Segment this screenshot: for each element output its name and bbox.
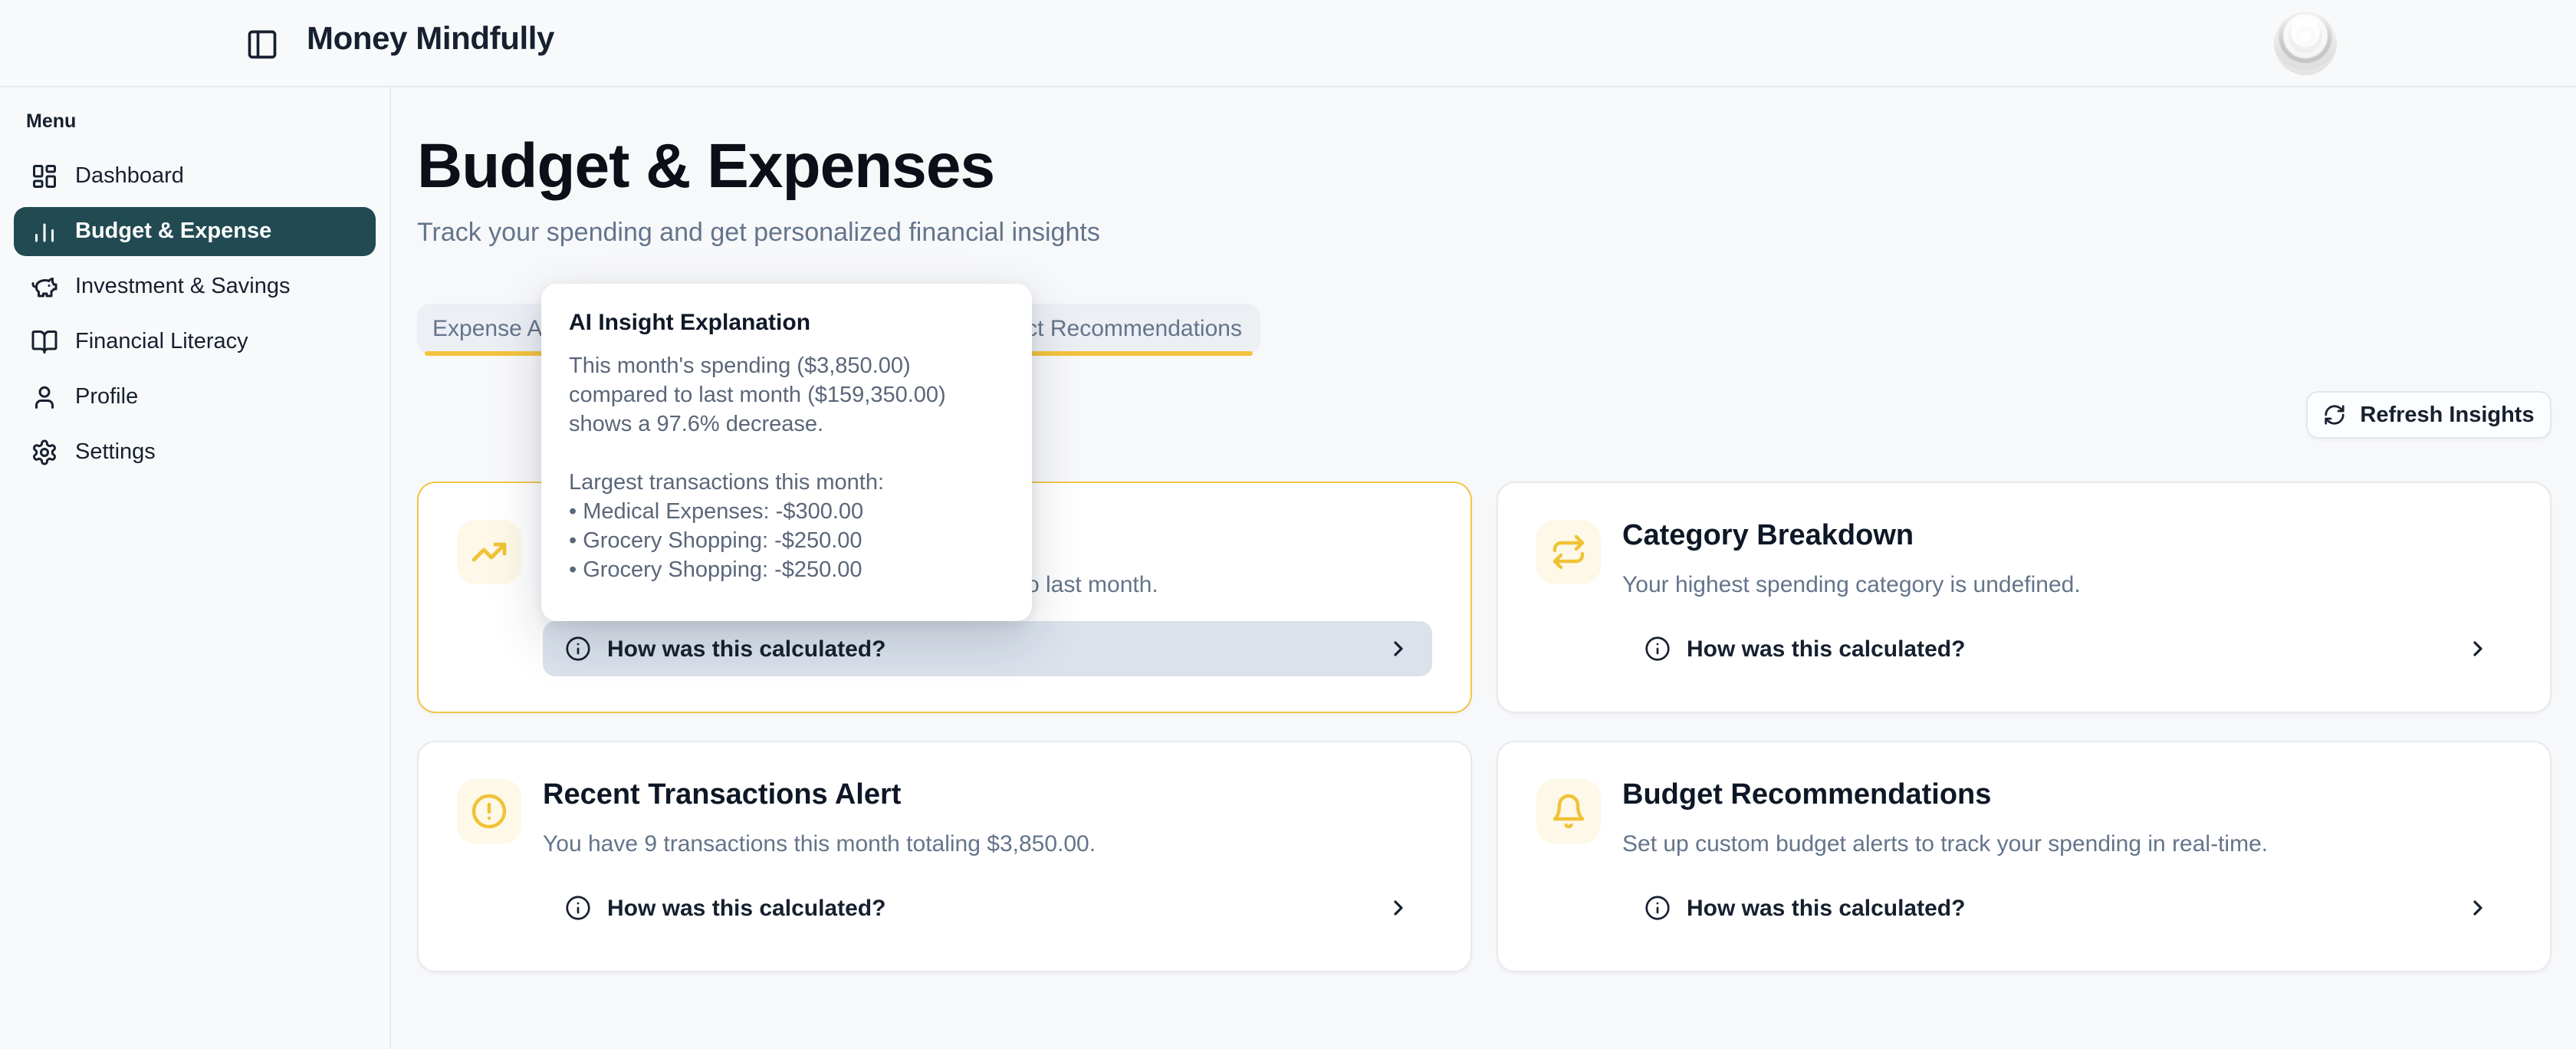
refresh-insights-label: Refresh Insights xyxy=(2360,403,2534,427)
piggy-bank-icon xyxy=(31,273,58,301)
how-calculated-button[interactable]: How was this calculated? xyxy=(1622,880,2512,936)
book-open-icon xyxy=(31,328,58,356)
bell-icon xyxy=(1536,779,1601,843)
how-calculated-button[interactable]: How was this calculated? xyxy=(543,880,1432,936)
sidebar-item-dashboard[interactable]: Dashboard xyxy=(14,152,376,201)
trending-up-icon xyxy=(457,520,521,584)
chevron-right-icon xyxy=(1386,896,1411,920)
card-category-breakdown: Category Breakdown Your highest spending… xyxy=(1497,482,2551,713)
gear-icon xyxy=(31,439,58,466)
sidebar-item-investment-savings[interactable]: Investment & Savings xyxy=(14,262,376,311)
alert-circle-icon xyxy=(457,779,521,843)
sidebar-item-profile[interactable]: Profile xyxy=(14,373,376,422)
sidebar-item-label: Profile xyxy=(75,385,138,409)
sidebar-nav: Dashboard Budget & Expense Investment & … xyxy=(14,152,376,477)
card-description: Your highest spending category is undefi… xyxy=(1622,572,2513,598)
page-subtitle: Track your spending and get personalized… xyxy=(417,218,1100,248)
sidebar-item-budget-expense[interactable]: Budget & Expense xyxy=(14,207,376,256)
card-recent-transactions-alert: Recent Transactions Alert You have 9 tra… xyxy=(417,741,1472,972)
app-title: Money Mindfully xyxy=(307,21,554,58)
chevron-right-icon xyxy=(2466,896,2490,920)
sidebar-item-financial-literacy[interactable]: Financial Literacy xyxy=(14,317,376,367)
sidebar-menu-label: Menu xyxy=(26,110,76,132)
chevron-right-icon xyxy=(1386,636,1411,661)
how-calculated-label: How was this calculated? xyxy=(1687,636,2450,662)
dashboard-icon xyxy=(31,163,58,190)
page-title: Budget & Expenses xyxy=(417,130,994,202)
chevron-right-icon xyxy=(2466,636,2490,661)
card-budget-recommendations: Budget Recommendations Set up custom bud… xyxy=(1497,741,2551,972)
card-title: Category Breakdown xyxy=(1622,520,1914,554)
info-icon xyxy=(564,635,592,663)
user-avatar[interactable] xyxy=(2274,12,2337,75)
user-icon xyxy=(31,383,58,411)
popover-body: This month's spending ($3,850.00) compar… xyxy=(569,353,1004,586)
card-title: Recent Transactions Alert xyxy=(543,779,901,813)
card-description: Set up custom budget alerts to track you… xyxy=(1622,831,2513,857)
sidebar: Menu Dashboard Budget & Expense Investme… xyxy=(0,87,391,1049)
bar-chart-icon xyxy=(31,218,58,245)
card-title: Budget Recommendations xyxy=(1622,779,1991,813)
sidebar-item-label: Budget & Expense xyxy=(75,219,271,244)
info-icon xyxy=(1644,635,1671,663)
how-calculated-button[interactable]: How was this calculated? xyxy=(543,621,1432,676)
refresh-icon xyxy=(2323,403,2346,426)
sidebar-item-label: Settings xyxy=(75,440,156,465)
how-calculated-label: How was this calculated? xyxy=(607,895,1371,921)
sidebar-item-label: Dashboard xyxy=(75,164,184,189)
top-header: Money Mindfully xyxy=(0,0,2576,87)
sidebar-toggle-icon[interactable] xyxy=(245,28,279,61)
ai-insight-popover: AI Insight Explanation This month's spen… xyxy=(541,284,1032,621)
sidebar-item-label: Financial Literacy xyxy=(75,330,248,354)
info-icon xyxy=(1644,894,1671,922)
sidebar-item-settings[interactable]: Settings xyxy=(14,428,376,477)
refresh-insights-button[interactable]: Refresh Insights xyxy=(2306,391,2551,439)
popover-title: AI Insight Explanation xyxy=(569,310,1004,336)
sidebar-item-label: Investment & Savings xyxy=(75,275,291,299)
how-calculated-button[interactable]: How was this calculated? xyxy=(1622,621,2512,676)
repeat-icon xyxy=(1536,520,1601,584)
app-window: Money Mindfully Menu Dashboard Budget & … xyxy=(0,0,2576,1049)
how-calculated-label: How was this calculated? xyxy=(607,636,1371,662)
card-description: You have 9 transactions this month total… xyxy=(543,831,1434,857)
how-calculated-label: How was this calculated? xyxy=(1687,895,2450,921)
info-icon xyxy=(564,894,592,922)
